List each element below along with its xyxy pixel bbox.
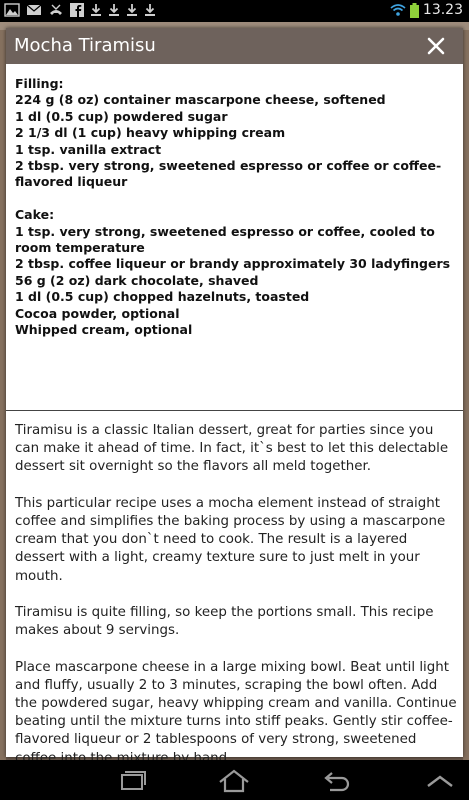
notification-icons [4, 3, 156, 17]
ingredients-list: Filling: 224 g (8 oz) container mascarpo… [15, 76, 455, 338]
cake-heading: Cake: [15, 207, 55, 223]
status-clock: 13.23 [422, 2, 463, 18]
list-item: Whipped cream, optional [15, 322, 193, 338]
recent-apps-button[interactable] [113, 768, 153, 794]
list-item: 2 tbsp. coffee liqueur or brandy approxi… [15, 256, 451, 272]
navigation-bar [0, 760, 469, 800]
list-item: 1 tsp. vanilla extract [15, 141, 162, 157]
list-item: 2 tbsp. very strong, sweetened espresso … [15, 158, 442, 190]
missed-call-icon [50, 4, 62, 15]
download-icon [109, 4, 119, 16]
facebook-icon [70, 3, 84, 17]
description-paragraph: Place mascarpone cheese in a large mixin… [15, 659, 457, 766]
download-icon [145, 4, 155, 16]
wifi-icon [390, 4, 406, 16]
status-bar: 13.23 [0, 0, 469, 22]
list-item: 1 tsp. very strong, sweetened espresso o… [15, 223, 435, 256]
mail-icon [26, 4, 42, 15]
recipe-description: Tiramisu is a classic Italian dessert, g… [15, 422, 457, 786]
section-divider [6, 410, 463, 411]
close-icon [427, 37, 445, 55]
list-item: 56 g (2 oz) dark chocolate, shaved [15, 272, 259, 288]
menu-up-button[interactable] [420, 768, 460, 794]
gallery-icon [4, 3, 20, 17]
back-button[interactable] [316, 768, 356, 794]
description-paragraph: Tiramisu is quite filling, so keep the p… [15, 605, 434, 639]
filling-heading: Filling: [15, 76, 64, 91]
backdrop-right [463, 30, 469, 760]
status-right: 13.23 [390, 2, 463, 18]
recipe-dialog: Mocha Tiramisu Filling: 224 g (8 oz) con… [6, 28, 463, 766]
download-icon [127, 4, 137, 16]
home-icon [219, 769, 249, 793]
close-button[interactable] [423, 33, 449, 59]
list-item: 2 1/3 dl (1 cup) heavy whipping cream [15, 125, 286, 141]
list-item: 1 dl (0.5 cup) powdered sugar [15, 108, 228, 124]
list-item: 1 dl (0.5 cup) chopped hazelnuts, toaste… [15, 289, 310, 305]
dialog-title: Mocha Tiramisu [14, 35, 156, 56]
list-item: 224 g (8 oz) container mascarpone cheese… [15, 92, 386, 108]
back-icon [324, 772, 350, 792]
battery-icon [409, 2, 419, 18]
menu-up-icon [427, 775, 453, 787]
description-paragraph: Tiramisu is a classic Italian dessert, g… [15, 423, 449, 475]
list-item: Cocoa powder, optional [15, 305, 180, 321]
download-icon [91, 4, 101, 16]
recent-apps-icon [121, 771, 146, 790]
home-button[interactable] [214, 768, 254, 794]
dialog-header: Mocha Tiramisu [6, 28, 463, 64]
description-paragraph: This particular recipe uses a mocha elem… [15, 495, 446, 584]
